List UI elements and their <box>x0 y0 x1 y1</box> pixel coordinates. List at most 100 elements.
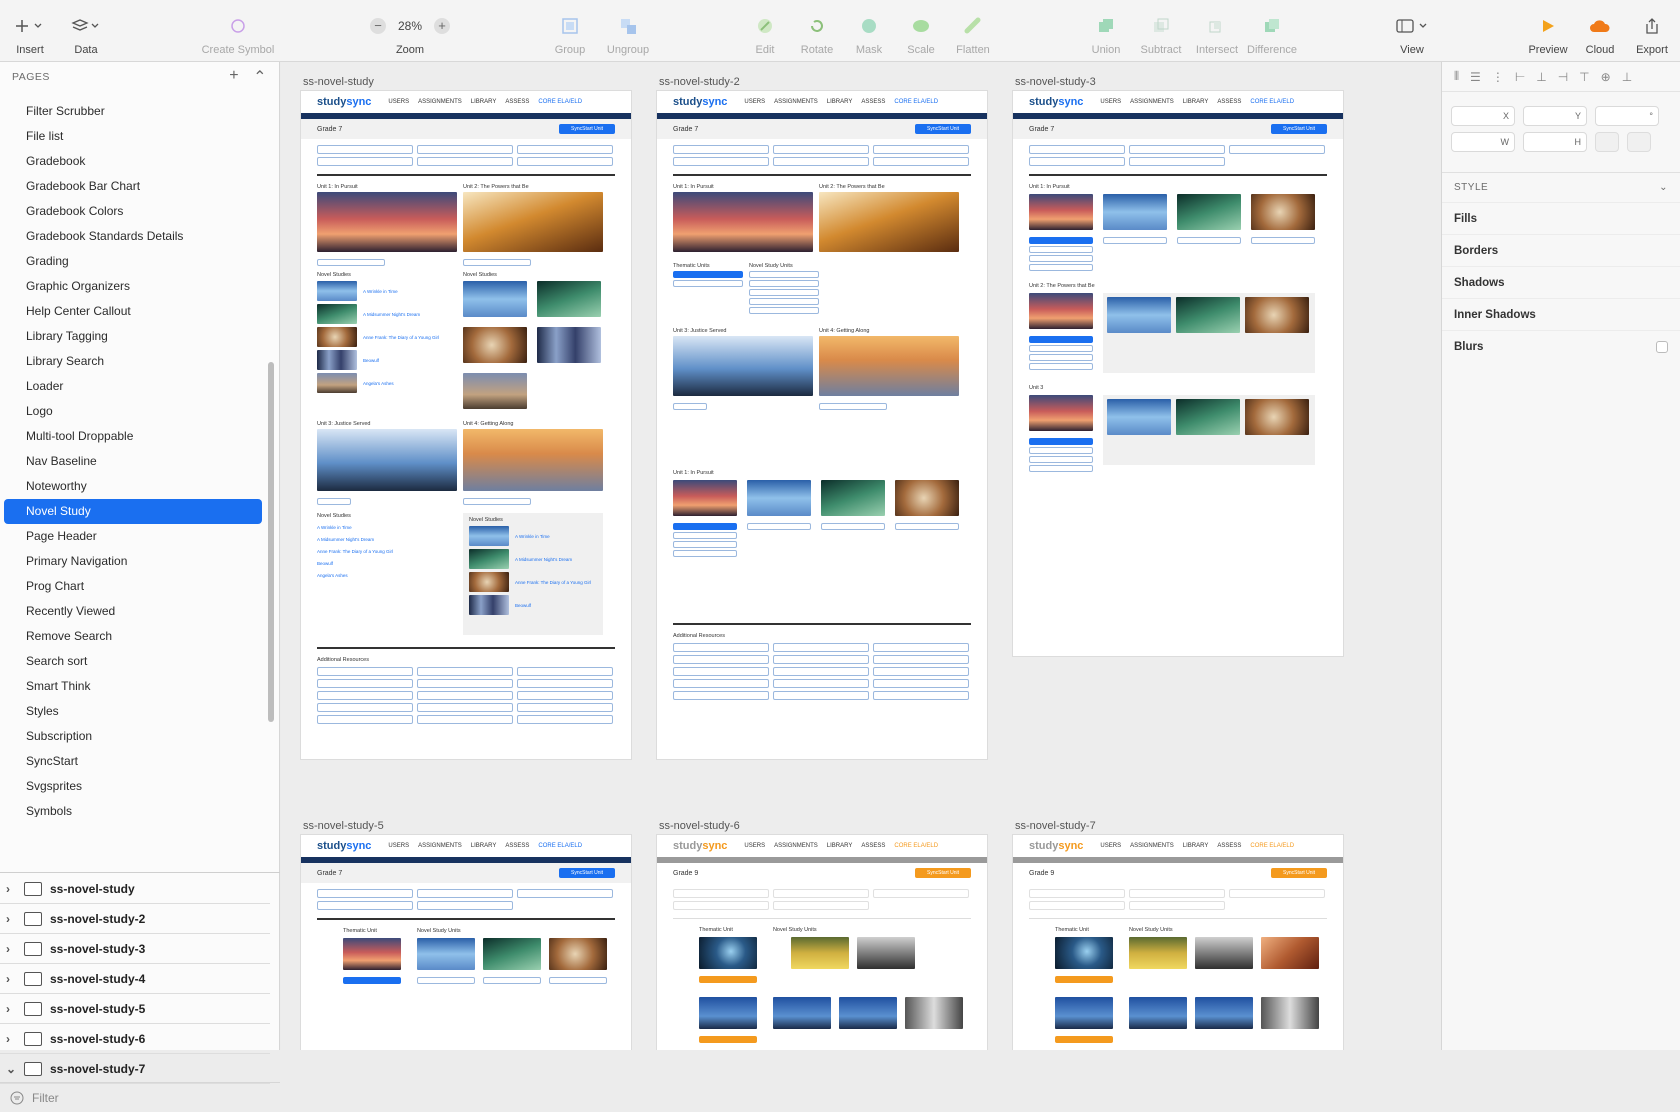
artboard-layer[interactable]: › ss-novel-study-5 <box>0 994 270 1024</box>
page-item[interactable]: Svgsprites <box>4 774 262 799</box>
page-item[interactable]: Help Center Callout <box>4 299 262 324</box>
width-field[interactable]: W <box>1451 132 1515 152</box>
ungroup-button[interactable]: Ungroup <box>588 8 668 56</box>
page-item[interactable]: Gradebook Colors <box>4 199 262 224</box>
blur-checkbox[interactable] <box>1656 340 1668 353</box>
flatten-button[interactable]: Flatten <box>933 8 1013 56</box>
disclosure-chevron-icon[interactable]: › <box>6 972 16 986</box>
page-item[interactable]: Smart Think <box>4 674 262 699</box>
disclosure-chevron-icon[interactable]: › <box>6 1002 16 1016</box>
page-item[interactable]: Search sort <box>4 649 262 674</box>
page-item[interactable]: Page Header <box>4 524 262 549</box>
page-item[interactable]: File list <box>4 124 262 149</box>
syncstart-button[interactable]: SyncStart Unit <box>559 124 615 134</box>
distribute-horizontal-icon[interactable]: ⫴ <box>1454 69 1459 84</box>
artboard-layer[interactable]: ⌄ ss-novel-study-7 <box>0 1054 270 1084</box>
x-field[interactable]: X <box>1451 106 1515 126</box>
page-item[interactable]: Filter Scrubber <box>4 99 262 124</box>
page-item[interactable]: Loader <box>4 374 262 399</box>
page-item[interactable]: Gradebook <box>4 149 262 174</box>
page-item[interactable]: Gradebook Bar Chart <box>4 174 262 199</box>
artboard-layer[interactable]: › ss-novel-study-2 <box>0 904 270 934</box>
artboard[interactable]: ss-novel-study-5 studysync USERS ASSIGNMEN… <box>301 820 631 1050</box>
y-field[interactable]: Y <box>1523 106 1587 126</box>
align-top-icon[interactable]: ⊤ <box>1579 70 1589 84</box>
page-item[interactable]: Multi-tool Droppable <box>4 424 262 449</box>
export-button[interactable]: Export <box>1612 8 1680 56</box>
align-right-icon[interactable]: ⊣ <box>1558 70 1568 84</box>
page-item[interactable]: Styles <box>4 699 262 724</box>
fills-section[interactable]: Fills <box>1442 202 1680 234</box>
artboard-layer[interactable]: › ss-novel-study <box>0 874 270 904</box>
zoom-label: Zoom <box>395 44 425 56</box>
syncstart-button[interactable]: SyncStart Unit <box>915 124 971 134</box>
page-item[interactable]: Subscription <box>4 724 262 749</box>
shadows-section[interactable]: Shadows <box>1442 266 1680 298</box>
distribute-vertical-icon[interactable]: ☰ <box>1470 70 1481 84</box>
artboard[interactable]: ss-novel-study-3 studysync USERS ASSIGNMEN… <box>1013 76 1343 656</box>
create-symbol-button[interactable]: Create Symbol <box>198 8 278 56</box>
syncstart-button[interactable]: SyncStart Unit <box>915 868 971 878</box>
page-item[interactable]: Symbols <box>4 799 262 817</box>
artboard[interactable]: ss-novel-study-2 studysync USERS ASSIGNMEN… <box>657 76 987 759</box>
height-field[interactable]: H <box>1523 132 1587 152</box>
align-center-icon[interactable]: ⊥ <box>1536 70 1546 84</box>
disclosure-chevron-icon[interactable]: › <box>6 942 16 956</box>
collapse-pages-icon[interactable]: ⌃ <box>253 67 267 87</box>
syncstart-button[interactable]: SyncStart Unit <box>559 868 615 878</box>
view-button[interactable]: View <box>1372 8 1452 56</box>
artboard-icon <box>24 941 42 956</box>
page-item[interactable]: Novel Study <box>4 499 262 524</box>
inner-shadows-section[interactable]: Inner Shadows <box>1442 298 1680 330</box>
syncstart-button[interactable]: SyncStart Unit <box>1271 868 1327 878</box>
zoom-in-icon[interactable]: + <box>434 18 450 34</box>
more-align-icon[interactable]: ⋮ <box>1492 70 1504 84</box>
sidebar-divider[interactable] <box>0 872 280 873</box>
disclosure-chevron-icon[interactable]: ⌄ <box>6 1062 16 1076</box>
page-item[interactable]: Primary Navigation <box>4 549 262 574</box>
pages-scrollbar[interactable] <box>268 362 274 722</box>
page-item[interactable]: Library Search <box>4 349 262 374</box>
align-bottom-icon[interactable]: ⊥ <box>1622 70 1632 84</box>
align-middle-icon[interactable]: ⊕ <box>1601 70 1611 84</box>
page-item[interactable]: Recently Viewed <box>4 599 262 624</box>
artboard-layer[interactable]: › ss-novel-study-4 <box>0 964 270 994</box>
disclosure-chevron-icon[interactable]: › <box>6 882 16 896</box>
page-item[interactable]: SyncStart <box>4 749 262 774</box>
page-item[interactable]: Grading <box>4 249 262 274</box>
artboard[interactable]: ss-novel-study studysync USERS ASSIGNMENTS… <box>301 76 631 759</box>
zoom-value[interactable]: 28% <box>390 19 430 33</box>
page-item[interactable]: Noteworthy <box>4 474 262 499</box>
artboard-layer[interactable]: › ss-novel-study-3 <box>0 934 270 964</box>
rotation-field[interactable]: ° <box>1595 106 1659 126</box>
page-item[interactable]: Prog Chart <box>4 574 262 599</box>
borders-section[interactable]: Borders <box>1442 234 1680 266</box>
flip-vertical-icon[interactable] <box>1627 132 1651 152</box>
page-item[interactable]: Graphic Organizers <box>4 274 262 299</box>
align-left-icon[interactable]: ⊢ <box>1515 70 1525 84</box>
artboard[interactable]: ss-novel-study-7 studysync USERS ASSIGNMEN… <box>1013 820 1343 1050</box>
syncstart-button[interactable]: SyncStart Unit <box>1271 124 1327 134</box>
page-item[interactable]: Logo <box>4 399 262 424</box>
filter-input[interactable]: Filter <box>32 1091 59 1105</box>
style-section-header[interactable]: STYLE ⌄ <box>1442 172 1680 202</box>
artboard[interactable]: ss-novel-study-6 studysync USERS ASSIGNMEN… <box>657 820 987 1050</box>
data-button[interactable]: Data <box>46 8 126 56</box>
page-item[interactable]: Library Tagging <box>4 324 262 349</box>
add-page-icon[interactable]: + <box>229 67 239 87</box>
page-item[interactable]: Nav Baseline <box>4 449 262 474</box>
layer-filter[interactable]: Filter <box>0 1082 280 1112</box>
export-label: Export <box>1636 44 1668 56</box>
artboard-layer-label: ss-novel-study-5 <box>50 1001 146 1016</box>
flip-horizontal-icon[interactable] <box>1595 132 1619 152</box>
artboard-layer-label: ss-novel-study-7 <box>50 1061 146 1076</box>
canvas[interactable]: ss-novel-study studysync USERS ASSIGNMENTS… <box>281 62 1441 1050</box>
zoom-out-icon[interactable]: − <box>370 18 386 34</box>
disclosure-chevron-icon[interactable]: › <box>6 1032 16 1046</box>
artboard-icon <box>24 1061 42 1076</box>
page-item[interactable]: Gradebook Standards Details <box>4 224 262 249</box>
page-item[interactable]: Remove Search <box>4 624 262 649</box>
blurs-section[interactable]: Blurs <box>1442 330 1680 362</box>
difference-button[interactable]: Difference <box>1232 8 1312 56</box>
disclosure-chevron-icon[interactable]: › <box>6 912 16 926</box>
